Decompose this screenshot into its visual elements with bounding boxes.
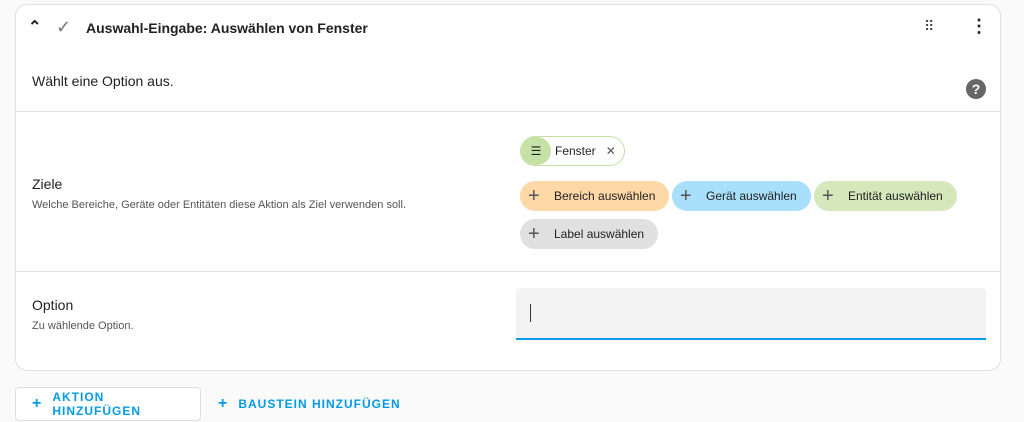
more-menu-icon[interactable]: ⋮ (970, 16, 988, 37)
plus-icon: + (218, 395, 229, 412)
plus-icon: + (528, 222, 540, 245)
select-entity-button[interactable]: + Entität auswählen (814, 181, 957, 211)
divider (16, 271, 1000, 272)
check-icon: ✓ (56, 17, 72, 37)
close-icon[interactable]: ✕ (606, 144, 616, 158)
button-label: Label auswählen (554, 227, 645, 241)
button-label: BAUSTEIN HINZUFÜGEN (238, 397, 401, 411)
plus-icon: + (528, 184, 540, 207)
target-chip-fenster[interactable]: ☰ Fenster ✕ (520, 136, 625, 166)
card-title: Auswahl-Eingabe: Auswählen von Fenster (86, 20, 368, 36)
drag-handle-icon[interactable]: ⠿ (924, 18, 934, 35)
text-cursor (530, 304, 531, 322)
add-block-button[interactable]: + BAUSTEIN HINZUFÜGEN (202, 387, 417, 421)
divider (16, 111, 1000, 112)
plus-icon: + (680, 184, 692, 207)
plus-icon: + (32, 395, 43, 412)
chip-label: Fenster (555, 144, 596, 158)
button-label: Gerät auswählen (706, 189, 797, 203)
card-header[interactable]: ⌃ ✓ Auswahl-Eingabe: Auswählen von Fenst… (16, 5, 1000, 51)
option-input[interactable] (516, 288, 986, 340)
select-label-button[interactable]: + Label auswählen (520, 219, 659, 249)
button-label: Bereich auswählen (554, 189, 656, 203)
targets-label: Ziele (32, 176, 63, 192)
option-label: Option (32, 297, 74, 313)
action-card: ⌃ ✓ Auswahl-Eingabe: Auswählen von Fenst… (15, 4, 1001, 371)
select-device-button[interactable]: + Gerät auswählen (672, 181, 811, 211)
add-action-button[interactable]: + AKTION HINZUFÜGEN (15, 387, 201, 421)
option-description: Zu wählende Option. (32, 320, 134, 332)
list-icon: ☰ (521, 137, 551, 165)
chevron-up-icon[interactable]: ⌃ (28, 17, 41, 37)
card-description: Wählt eine Option aus. (32, 73, 174, 89)
help-icon[interactable]: ? (966, 79, 986, 99)
button-label: Entität auswählen (848, 189, 943, 203)
targets-description: Welche Bereiche, Geräte oder Entitäten d… (32, 199, 406, 211)
plus-icon: + (822, 184, 834, 207)
button-label: AKTION HINZUFÜGEN (52, 390, 142, 418)
select-area-button[interactable]: + Bereich auswählen (520, 181, 670, 211)
